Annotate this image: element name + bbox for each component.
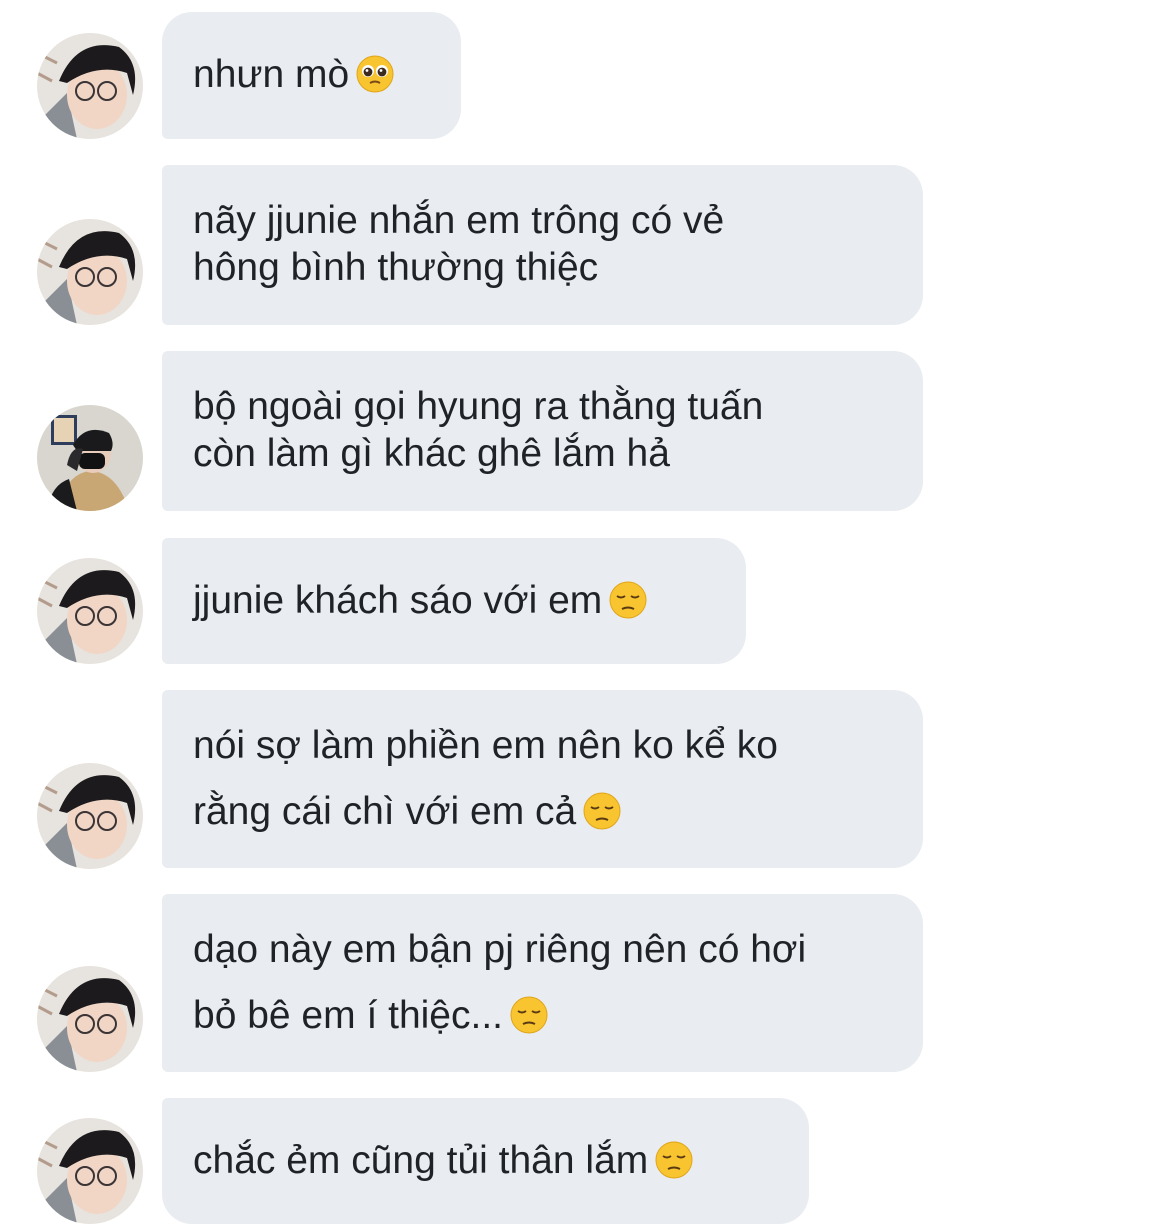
message-text: bỏ bê em í thiệc...: [193, 983, 891, 1049]
message-text-line: còn làm gì khác ghê lắm hả: [193, 432, 670, 475]
message-text: chắc ẻm cũng tủi thân lắm: [193, 1138, 777, 1185]
pleading-face-emoji: [355, 54, 395, 94]
sender-avatar[interactable]: [37, 33, 143, 139]
message-bubble[interactable]: dạo này em bận pj riêng nên có hơi bỏ bê…: [162, 894, 923, 1072]
message-text-line: nãy jjunie nhắn em trông có vẻ: [193, 199, 725, 243]
message-text: nhưn mò: [193, 52, 429, 99]
sender-avatar[interactable]: [37, 763, 143, 869]
message-bubble[interactable]: nói sợ làm phiền em nên ko kể ko rằng cá…: [162, 690, 923, 868]
message-bubble[interactable]: nhưn mò: [162, 12, 461, 139]
pensive-face-emoji: [654, 1140, 694, 1180]
message-text: rằng cái chì với em cả: [193, 779, 891, 845]
sender-avatar[interactable]: [37, 1118, 143, 1224]
pensive-face-emoji: [608, 580, 648, 620]
message-text-line: bộ ngoài gọi hyung ra thằng tuấn: [193, 385, 764, 429]
message-bubble[interactable]: bộ ngoài gọi hyung ra thằng tuấn còn làm…: [162, 351, 923, 511]
message-text-line: dạo này em bận pj riêng nên có hơi: [193, 927, 807, 971]
sender-avatar[interactable]: [37, 405, 143, 511]
message-text-line: nói sợ làm phiền em nên ko kể ko: [193, 723, 778, 767]
message-text-line: hông bình thường thiệc: [193, 246, 599, 289]
sender-avatar[interactable]: [37, 966, 143, 1072]
message-bubble[interactable]: chắc ẻm cũng tủi thân lắm: [162, 1098, 809, 1224]
pensive-face-emoji: [582, 791, 622, 831]
message-bubble[interactable]: nãy jjunie nhắn em trông có vẻ hông bình…: [162, 165, 923, 325]
sender-avatar[interactable]: [37, 558, 143, 664]
message-bubble[interactable]: jjunie khách sáo với em: [162, 538, 746, 664]
sender-avatar[interactable]: [37, 219, 143, 325]
pensive-face-emoji: [509, 995, 549, 1035]
message-text: jjunie khách sáo với em: [193, 578, 714, 625]
